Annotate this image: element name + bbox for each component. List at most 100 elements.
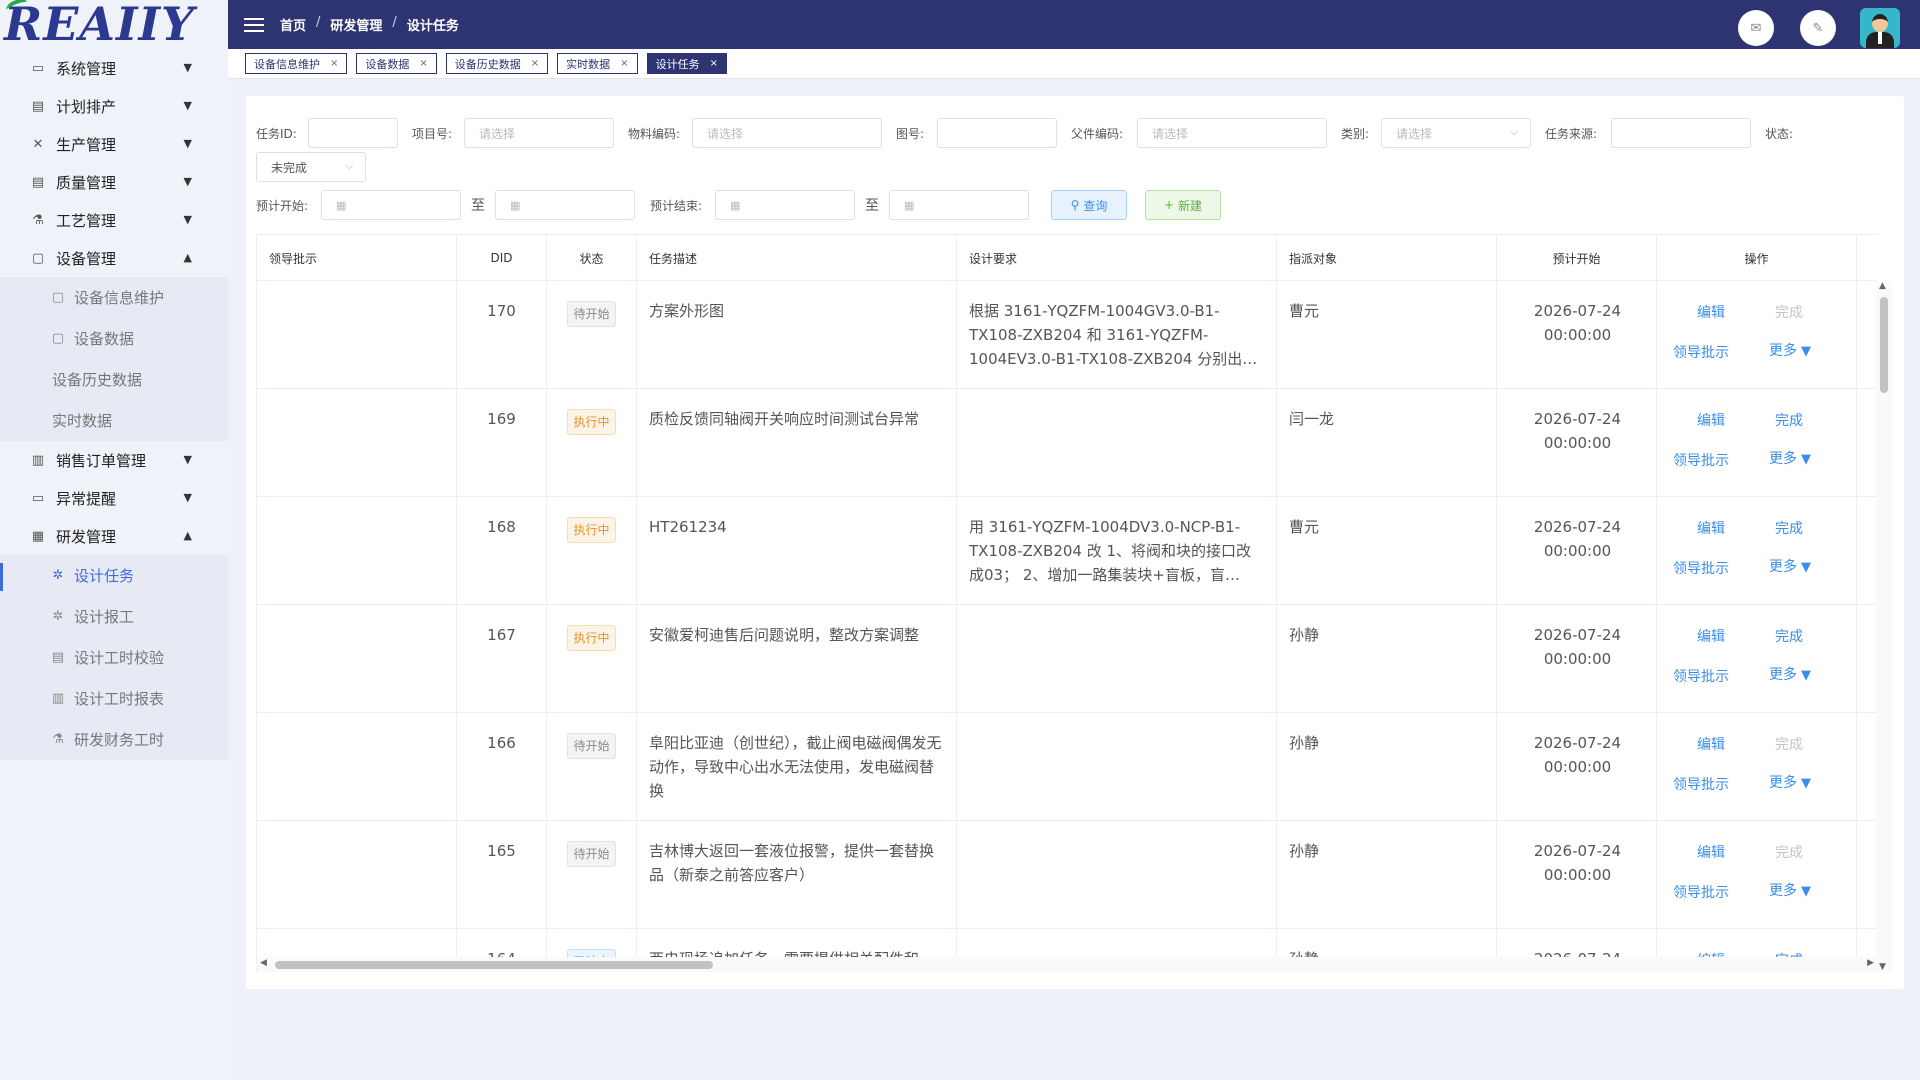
sidebar-subitem-equipment_sub-3[interactable]: 实时数据 (0, 400, 228, 441)
complete-button[interactable]: 完成 (1775, 625, 1803, 649)
sidebar-subitem-equipment_sub-2[interactable]: 设备历史数据 (0, 359, 228, 400)
table-header: 领导批示 DID 状态 任务描述 设计要求 指派对象 预计开始 操作 (257, 234, 1877, 281)
tab-4[interactable]: 设计任务 × (646, 53, 727, 74)
status-cell: 已结束 (547, 929, 637, 957)
complete-button[interactable]: 完成 (1775, 409, 1803, 433)
caret-down-icon: ▼ (1801, 884, 1811, 899)
sidebar-item-menus_top-4[interactable]: ⚗ 工艺管理 ▼ (0, 201, 228, 239)
sidebar-item-label: 销售订单管理 (56, 451, 147, 470)
column-header: 操作 (1657, 235, 1857, 281)
drawing-input[interactable] (937, 118, 1057, 148)
project-select[interactable]: 请选择 (464, 118, 614, 148)
breadcrumb-home[interactable]: 首页 (280, 15, 306, 34)
close-icon[interactable]: × (531, 58, 539, 69)
sidebar-item-menus_mid-1[interactable]: ▭ 异常提醒 ▼ (0, 479, 228, 517)
approve-button[interactable]: 领导批示 (1673, 881, 1729, 905)
sidebar-subitem-rd_sub-3[interactable]: ▥ 设计工时报表 (0, 678, 228, 719)
plan-end-from[interactable]: ▦ (715, 190, 855, 220)
new-button[interactable]: + 新建 (1145, 190, 1221, 220)
plan-start-from[interactable]: ▦ (321, 190, 461, 220)
table-row: 168 执行中 HT261234 用 3161-YQZFM-1004DV3.0-NCP… (257, 497, 1877, 605)
breadcrumb-rd[interactable]: 研发管理 (330, 15, 382, 34)
source-input[interactable] (1611, 118, 1751, 148)
edit-button[interactable]: 编辑 (1697, 733, 1725, 757)
tab-3[interactable]: 实时数据 × (557, 53, 638, 74)
hamburger-menu-icon[interactable] (244, 17, 264, 32)
report-icon: ▥ (51, 691, 65, 706)
tab-1[interactable]: 设备数据 × (356, 53, 437, 74)
plan-start-to[interactable]: ▦ (495, 190, 635, 220)
row-actions: 编辑 完成领导批示 更多 ▼ (1669, 623, 1846, 712)
category-select[interactable]: 请选择 ⌵ (1381, 118, 1531, 148)
sidebar-item-menus_top-5[interactable]: ▢ 设备管理 ▲ (0, 239, 228, 277)
edit-button[interactable]: 编辑 (1697, 949, 1725, 957)
more-button[interactable]: 更多 ▼ (1769, 555, 1811, 580)
ops-cell: 编辑完成领导批示更多▼ (1657, 929, 1857, 957)
parent-placeholder: 请选择 (1152, 126, 1189, 141)
approve-button[interactable]: 领导批示 (1673, 341, 1729, 365)
edit-button[interactable]: 编辑 (1697, 841, 1725, 865)
more-button[interactable]: 更多 ▼ (1769, 339, 1811, 364)
edit-button[interactable]: 编辑 (1697, 517, 1725, 541)
close-icon[interactable]: × (419, 58, 427, 69)
edit-button[interactable]: 编辑 (1697, 625, 1725, 649)
chevron-down-icon: ▼ (183, 137, 192, 150)
scroll-up-icon[interactable]: ▲ (1879, 281, 1886, 291)
sidebar-item-menus_top-0[interactable]: ▭ 系统管理 ▼ (0, 49, 228, 87)
sidebar-subitem-rd_sub-4[interactable]: ⚗ 研发财务工时 (0, 719, 228, 760)
tab-0[interactable]: 设备信息维护 × (245, 53, 348, 74)
sidebar-subitem-rd_sub-0[interactable]: ✲ 设计任务 (0, 555, 228, 596)
approve-button[interactable]: 领导批示 (1673, 773, 1729, 797)
close-icon[interactable]: × (330, 58, 338, 69)
query-button[interactable]: ⚲ 查询 (1051, 190, 1127, 220)
parent-select[interactable]: 请选择 (1137, 118, 1327, 148)
plan-start-time: 00:00:00 (1543, 434, 1612, 452)
tab-label: 设备数据 (365, 57, 410, 71)
approve-button[interactable]: 领导批示 (1673, 665, 1729, 689)
complete-button[interactable]: 完成 (1775, 949, 1803, 957)
close-icon[interactable]: × (620, 58, 628, 69)
caret-down-icon: ▼ (1801, 344, 1811, 359)
scroll-down-icon[interactable]: ▼ (1879, 962, 1886, 972)
vertical-scroll-thumb[interactable] (1880, 297, 1888, 393)
sidebar-subitem-label: 设备数据 (74, 330, 135, 348)
horizontal-scrollbar[interactable]: ◀ ▶ (257, 957, 1877, 972)
sidebar-subitem-equipment_sub-0[interactable]: ▢ 设备信息维护 (0, 277, 228, 318)
scroll-right-icon[interactable]: ▶ (1867, 958, 1874, 968)
assignee-cell: 孙静 (1277, 821, 1497, 928)
sidebar-subitem-rd_sub-1[interactable]: ✲ 设计报工 (0, 596, 228, 637)
more-button[interactable]: 更多 ▼ (1769, 447, 1811, 472)
edit-button[interactable]: 编辑 (1697, 409, 1725, 433)
task-id-input[interactable] (308, 118, 398, 148)
sidebar-item-menus_top-2[interactable]: ✕ 生产管理 ▼ (0, 125, 228, 163)
desc-cell: 西电现场追加任务，需要提供相关配件和 (637, 929, 957, 957)
tab-2[interactable]: 设备历史数据 × (445, 53, 549, 74)
more-button[interactable]: 更多 ▼ (1769, 879, 1811, 904)
assignee-cell: 曹元 (1277, 281, 1497, 388)
more-button[interactable]: 更多 ▼ (1769, 771, 1811, 796)
sidebar-item-menus_top-1[interactable]: ▤ 计划排产 ▼ (0, 87, 228, 125)
status-select[interactable]: 未完成 ⌵ (256, 152, 366, 182)
category-placeholder: 请选择 (1396, 126, 1433, 141)
sidebar-item-menus_top-3[interactable]: ▤ 质量管理 ▼ (0, 163, 228, 201)
edit-icon[interactable]: ✎ (1800, 10, 1836, 46)
sidebar-item-menus_mid-2[interactable]: ▦ 研发管理 ▲ (0, 517, 228, 555)
approve-button[interactable]: 领导批示 (1673, 449, 1729, 473)
sidebar-subitem-rd_sub-2[interactable]: ▤ 设计工时校验 (0, 637, 228, 678)
horizontal-scroll-thumb[interactable] (275, 961, 713, 969)
tab-label: 设备信息维护 (254, 57, 320, 71)
sidebar-subitem-equipment_sub-1[interactable]: ▢ 设备数据 (0, 318, 228, 359)
material-select[interactable]: 请选择 (692, 118, 882, 148)
plan-end-to[interactable]: ▦ (889, 190, 1029, 220)
edit-button[interactable]: 编辑 (1697, 301, 1725, 325)
avatar[interactable] (1860, 8, 1900, 48)
vertical-scrollbar[interactable]: ▲ ▼ (1876, 281, 1892, 972)
scroll-left-icon[interactable]: ◀ (260, 958, 267, 968)
column-header: 设计要求 (957, 235, 1277, 281)
message-icon[interactable]: ✉ (1738, 10, 1774, 46)
more-button[interactable]: 更多 ▼ (1769, 663, 1811, 688)
sidebar-item-menus_mid-0[interactable]: ▥ 销售订单管理 ▼ (0, 441, 228, 479)
close-icon[interactable]: × (710, 58, 718, 69)
complete-button[interactable]: 完成 (1775, 517, 1803, 541)
approve-button[interactable]: 领导批示 (1673, 557, 1729, 581)
